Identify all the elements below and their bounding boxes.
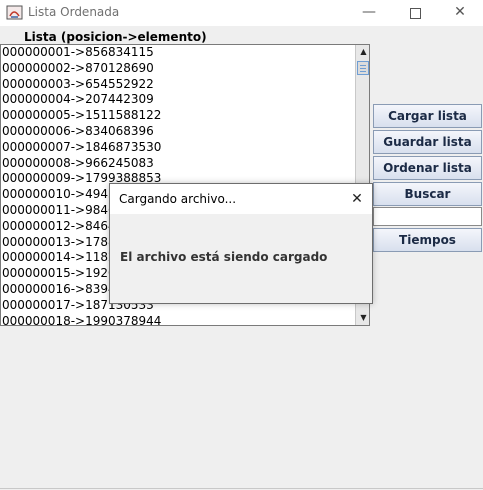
load-list-button[interactable]: Cargar lista <box>373 104 482 128</box>
dialog-close-button[interactable]: ✕ <box>346 188 368 210</box>
list-item[interactable]: 000000001->856834115 <box>1 45 355 61</box>
sort-list-button[interactable]: Ordenar lista <box>373 156 482 180</box>
minimize-button[interactable]: — <box>346 0 392 26</box>
times-button[interactable]: Tiempos <box>373 228 482 252</box>
window-title: Lista Ordenada <box>28 5 120 19</box>
search-input[interactable] <box>373 207 482 226</box>
dialog-title: Cargando archivo... <box>119 192 237 206</box>
scroll-up-arrow[interactable]: ▲ <box>356 45 369 59</box>
list-item[interactable]: 000000008->966245083 <box>1 156 355 172</box>
list-item[interactable]: 000000002->870128690 <box>1 61 355 77</box>
window-title-bar: Lista Ordenada — ✕ <box>0 0 483 26</box>
list-item[interactable]: 000000007->1846873530 <box>1 140 355 156</box>
list-item[interactable]: 000000003->654552922 <box>1 77 355 93</box>
list-item[interactable]: 000000005->1511588122 <box>1 108 355 124</box>
close-window-button[interactable]: ✕ <box>437 0 483 26</box>
dialog-title-bar: Cargando archivo... ✕ <box>110 184 372 214</box>
close-icon: ✕ <box>351 191 363 207</box>
scroll-down-arrow[interactable]: ▼ <box>356 311 369 325</box>
close-icon: ✕ <box>454 4 466 20</box>
list-label: Lista (posicion->elemento) <box>24 30 207 44</box>
scrollbar-thumb[interactable] <box>357 61 369 75</box>
save-list-button[interactable]: Guardar lista <box>373 130 482 154</box>
list-item[interactable]: 000000018->1990378944 <box>1 314 355 325</box>
list-item[interactable]: 000000004->207442309 <box>1 92 355 108</box>
window-bottom-edge <box>0 488 483 489</box>
search-button[interactable]: Buscar <box>373 182 482 206</box>
java-app-icon <box>6 5 23 20</box>
dialog-message: El archivo está siendo cargado <box>120 250 328 264</box>
minimize-icon: — <box>362 4 376 20</box>
list-item[interactable]: 000000006->834068396 <box>1 124 355 140</box>
maximize-icon <box>409 8 421 19</box>
loading-dialog: Cargando archivo... ✕ El archivo está si… <box>109 183 373 304</box>
maximize-button[interactable] <box>392 0 438 26</box>
